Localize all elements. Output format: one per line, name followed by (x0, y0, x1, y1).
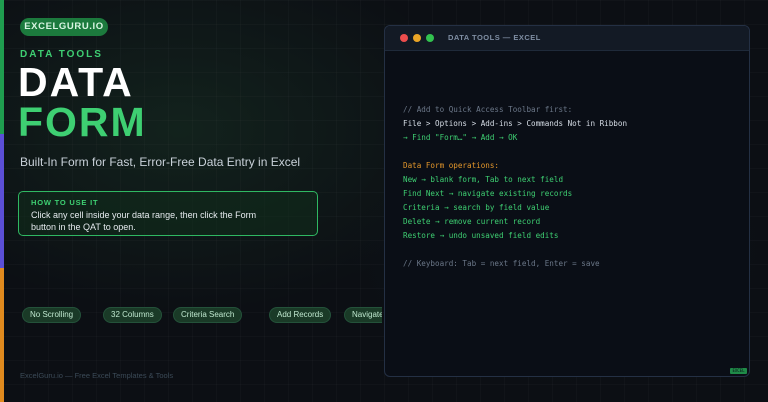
feature-tags: No Scrolling 32 Columns Criteria Search … (22, 307, 382, 323)
accent-bar-green (0, 0, 4, 134)
code-line: // Keyboard: Tab = next field, Enter = s… (403, 259, 600, 268)
accent-bar-orange (0, 268, 4, 402)
tag-navigate[interactable]: Navigate (344, 307, 382, 323)
code-line: Criteria → search by field value (403, 203, 550, 212)
how-to-text: Click any cell inside your data range, t… (31, 210, 257, 232)
corner-badge: EXCEL (730, 368, 747, 374)
page-title-line2: FORM (18, 99, 147, 145)
code-window-title: DATA TOOLS — EXCEL (448, 33, 541, 42)
tag-add-records[interactable]: Add Records (269, 307, 332, 323)
code-window: DATA TOOLS — EXCEL // Add to Quick Acces… (384, 25, 750, 377)
tag-criteria-search[interactable]: Criteria Search (173, 307, 243, 323)
code-line: New → blank form, Tab to next field (403, 175, 564, 184)
code-line: Restore → undo unsaved field edits (403, 231, 559, 240)
tag-no-scrolling[interactable]: No Scrolling (22, 307, 82, 323)
window-close-dot-icon[interactable] (400, 34, 408, 42)
window-maximize-dot-icon[interactable] (426, 34, 434, 42)
brand-pill[interactable]: EXCELGURU.IO (20, 18, 108, 36)
code-body: // Add to Quick Access Toolbar first: Fil… (403, 103, 743, 271)
accent-bar-purple (0, 134, 4, 268)
page-title-line1: DATA (18, 59, 134, 105)
code-line: // Add to Quick Access Toolbar first: (403, 105, 573, 114)
code-line: File > Options > Add-ins > Commands Not … (403, 119, 628, 128)
footer-text: ExcelGuru.io — Free Excel Templates & To… (20, 371, 174, 380)
code-line: Find Next → navigate existing records (403, 189, 573, 198)
how-to-box: HOW TO USE IT Click any cell inside your… (18, 191, 318, 236)
page-subtitle: Built-In Form for Fast, Error-Free Data … (20, 155, 301, 169)
tag-32-columns[interactable]: 32 Columns (103, 307, 162, 323)
code-line: Data Form operations: (403, 161, 500, 170)
code-line: Delete → remove current record (403, 217, 541, 226)
window-minimize-dot-icon[interactable] (413, 34, 421, 42)
code-line: → Find "Form…" → Add → OK (403, 133, 518, 142)
how-to-title: HOW TO USE IT (31, 198, 99, 207)
code-window-titlebar: DATA TOOLS — EXCEL (385, 26, 749, 51)
